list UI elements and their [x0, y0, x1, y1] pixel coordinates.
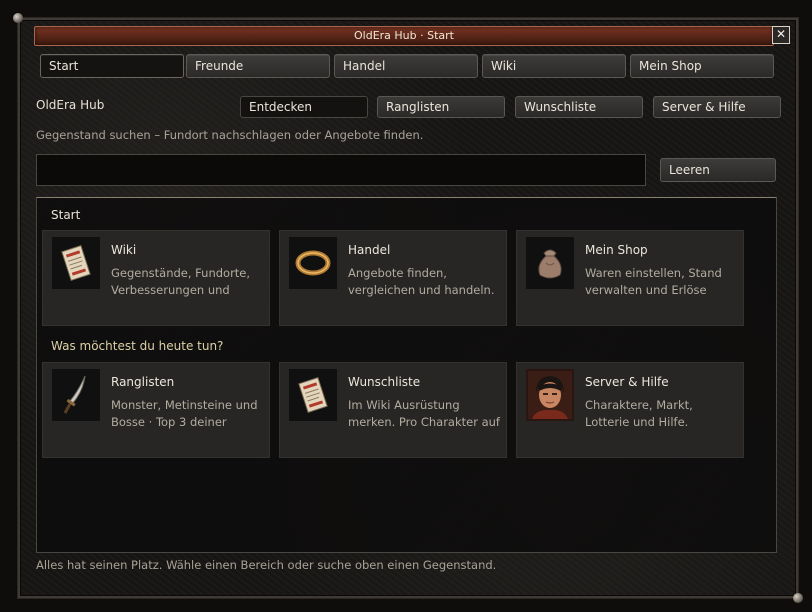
- card-description: Angebote finden, vergleichen und handeln…: [348, 266, 495, 297]
- card-title: Wunschliste: [348, 375, 421, 389]
- tab-wiki[interactable]: Wiki: [482, 54, 626, 78]
- subtab-entdecken[interactable]: Entdecken: [240, 96, 368, 118]
- hub-label: OldEra Hub: [36, 98, 105, 112]
- card-description: Monster, Metinsteine und Bosse · Top 3 d…: [111, 398, 258, 429]
- search-input[interactable]: [36, 154, 646, 186]
- money-bag-icon: [526, 237, 574, 289]
- content-panel: Start Wiki Gegenstände, Fundorte, Verbes…: [36, 197, 777, 553]
- card-mein-shop[interactable]: Mein Shop Waren einstellen, Stand verwal…: [516, 230, 744, 326]
- gold-ring-icon: [289, 237, 337, 289]
- card-description: Waren einstellen, Stand verwalten und Er…: [585, 266, 722, 297]
- clear-button[interactable]: Leeren: [660, 158, 776, 182]
- scroll-book-icon: [52, 237, 100, 289]
- window-corner-bolt-icon: [793, 593, 803, 603]
- card-title: Server & Hilfe: [585, 375, 669, 389]
- card-server-hilfe[interactable]: Server & Hilfe Charaktere, Markt, Lotter…: [516, 362, 744, 458]
- card-title: Wiki: [111, 243, 137, 257]
- window-corner-bolt-icon: [13, 13, 23, 23]
- card-title: Ranglisten: [111, 375, 175, 389]
- scroll-book-icon: [289, 369, 337, 421]
- card-wunschliste[interactable]: Wunschliste Im Wiki Ausrüstung merken. P…: [279, 362, 507, 458]
- card-description: Im Wiki Ausrüstung merken. Pro Charakter…: [348, 398, 500, 429]
- sword-icon: [52, 369, 100, 421]
- card-description: Gegenstände, Fundorte, Verbesserungen un…: [111, 266, 251, 297]
- section-title-todo: Was möchtest du heute tun?: [51, 339, 224, 353]
- tab-start[interactable]: Start: [40, 54, 184, 78]
- tab-handel[interactable]: Handel: [334, 54, 478, 78]
- hub-window: OldEra Hub · Start ✕ Start Freunde Hande…: [13, 13, 803, 603]
- tab-mein-shop[interactable]: Mein Shop: [630, 54, 774, 78]
- card-title: Handel: [348, 243, 391, 257]
- card-wiki[interactable]: Wiki Gegenstände, Fundorte, Verbesserung…: [42, 230, 270, 326]
- search-description: Gegenstand suchen – Fundort nachschlagen…: [36, 128, 424, 142]
- tab-freunde[interactable]: Freunde: [186, 54, 330, 78]
- subtab-ranglisten[interactable]: Ranglisten: [377, 96, 505, 118]
- card-ranglisten[interactable]: Ranglisten Monster, Metinsteine und Boss…: [42, 362, 270, 458]
- card-handel[interactable]: Handel Angebote finden, vergleichen und …: [279, 230, 507, 326]
- subtab-server-hilfe[interactable]: Server & Hilfe: [653, 96, 781, 118]
- card-description: Charaktere, Markt, Lotterie und Hilfe.: [585, 398, 693, 429]
- status-text: Alles hat seinen Platz. Wähle einen Bere…: [36, 558, 497, 572]
- character-portrait-icon: [526, 369, 574, 421]
- card-title: Mein Shop: [585, 243, 648, 257]
- close-button[interactable]: ✕: [772, 26, 790, 44]
- subtab-wunschliste[interactable]: Wunschliste: [515, 96, 643, 118]
- section-title-start: Start: [51, 208, 81, 222]
- window-title[interactable]: OldEra Hub · Start: [34, 26, 774, 46]
